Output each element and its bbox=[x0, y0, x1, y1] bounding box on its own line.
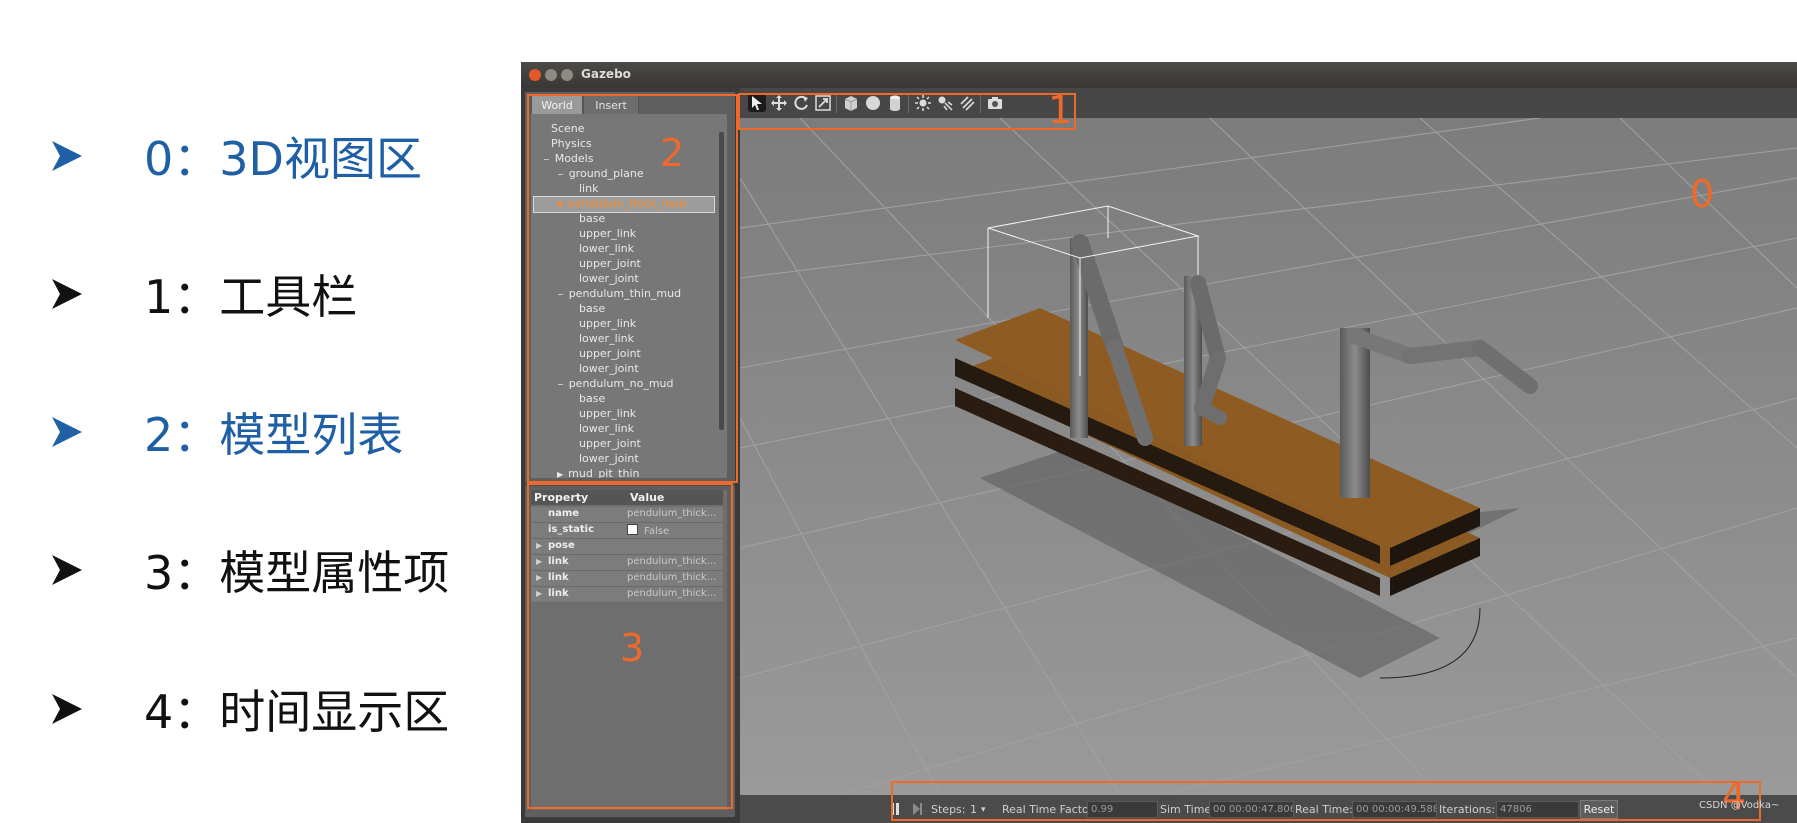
annotation-number-0: 0 bbox=[1690, 172, 1715, 216]
arrow-bullet-icon bbox=[52, 141, 82, 171]
watermark: CSDN @Vodka~ bbox=[1699, 800, 1780, 811]
bullet-time-display: 4：时间显示区 bbox=[50, 679, 449, 739]
bullet-toolbar: 1：工具栏 bbox=[50, 264, 357, 324]
arrow-bullet-icon bbox=[52, 417, 82, 447]
window-titlebar[interactable]: Gazebo bbox=[521, 62, 1797, 88]
window-title: Gazebo bbox=[581, 67, 631, 81]
annotation-box-model-list bbox=[527, 94, 738, 483]
annotation-number-2: 2 bbox=[660, 131, 685, 175]
arrow-bullet-icon bbox=[52, 555, 82, 585]
bullet-label: 4：时间显示区 bbox=[144, 685, 450, 739]
3d-viewport[interactable] bbox=[740, 118, 1797, 795]
annotation-number-1: 1 bbox=[1048, 88, 1073, 132]
bullet-model-properties: 3：模型属性项 bbox=[50, 540, 449, 600]
annotation-number-4: 4 bbox=[1722, 774, 1747, 818]
bullet-label: 2：模型列表 bbox=[144, 408, 404, 462]
bullet-model-list: 2：模型列表 bbox=[50, 402, 403, 462]
annotation-box-timebar bbox=[891, 781, 1761, 821]
arrow-bullet-icon bbox=[52, 694, 82, 724]
annotation-number-3: 3 bbox=[620, 626, 645, 670]
bullet-label: 1：工具栏 bbox=[144, 270, 358, 324]
arrow-bullet-icon bbox=[52, 279, 82, 309]
minimize-window-button[interactable] bbox=[545, 69, 557, 81]
bullet-3d-view: 0：3D视图区 bbox=[50, 126, 422, 186]
bullet-label: 0：3D视图区 bbox=[144, 132, 422, 186]
maximize-window-button[interactable] bbox=[561, 69, 573, 81]
3d-scene bbox=[740, 118, 1797, 795]
bullet-label: 3：模型属性项 bbox=[144, 546, 450, 600]
annotation-box-toolbar bbox=[738, 93, 1076, 130]
close-window-button[interactable] bbox=[529, 69, 541, 81]
